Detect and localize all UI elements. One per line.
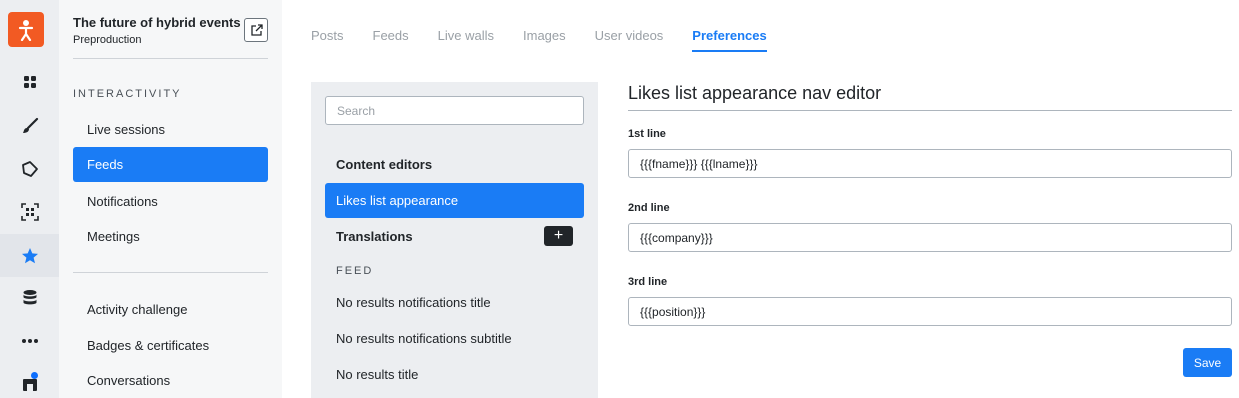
sidebar-divider [73,272,268,273]
notification-dot [31,372,38,379]
rail-item-interactivity[interactable] [0,234,59,277]
rail-item-data[interactable] [0,276,59,319]
section-feed: FEED [336,265,374,277]
field-label-third-line: 3rd line [628,276,668,288]
sidebar-item-notifications[interactable]: Notifications [73,184,268,219]
rail-item-store[interactable] [0,362,59,398]
tab-live-walls[interactable]: Live walls [438,28,494,52]
group-translations: Translations [336,229,413,244]
search-input[interactable] [325,96,584,125]
qr-scan-icon [20,202,39,221]
editor-divider [628,110,1232,111]
person-logo-icon [18,19,34,41]
tab-posts[interactable]: Posts [311,28,344,52]
brush-icon [22,117,38,133]
rail-item-design[interactable] [0,104,59,147]
tab-preferences[interactable]: Preferences [692,28,767,52]
field-label-second-line: 2nd line [628,202,670,214]
add-translation-button[interactable]: + [544,226,573,246]
save-button[interactable]: Save [1183,348,1232,377]
sidebar-item-live-sessions[interactable]: Live sessions [73,112,268,147]
third-line-input[interactable] [628,297,1232,326]
open-external-button[interactable] [244,18,268,42]
icon-rail [0,0,59,398]
sidebar-divider [73,58,268,59]
group-content-editors: Content editors [336,157,433,172]
list-item[interactable]: No results title [325,357,584,392]
editor-title: Likes list appearance nav editor [628,83,882,103]
tab-bar: Posts Feeds Live walls Images User video… [311,28,796,52]
list-item[interactable]: No results notifications subtitle [325,321,584,356]
first-line-input[interactable] [628,149,1232,178]
star-icon [21,247,38,263]
sidebar-item-badges[interactable]: Badges & certificates [73,328,268,363]
tab-user-videos[interactable]: User videos [595,28,664,52]
field-label-first-line: 1st line [628,128,666,140]
more-icon [21,338,38,343]
list-item[interactable]: No results notifications title [325,285,584,320]
sidebar-item-activity-challenge[interactable]: Activity challenge [73,292,268,327]
second-line-input[interactable] [628,223,1232,252]
event-status: Preproduction [73,34,142,46]
section-heading: INTERACTIVITY [73,88,182,100]
rail-item-scan[interactable] [0,190,59,233]
event-title: The future of hybrid events [73,15,241,30]
secondary-sidebar: The future of hybrid events Preproductio… [59,0,282,398]
sidebar-item-feeds[interactable]: Feeds [73,147,268,182]
tag-icon [21,160,38,177]
sidebar-item-meetings[interactable]: Meetings [73,219,268,254]
tab-feeds[interactable]: Feeds [373,28,409,52]
rail-item-more[interactable] [0,319,59,362]
database-icon [23,289,36,304]
app-logo[interactable] [8,12,44,47]
rail-item-tags[interactable] [0,147,59,190]
list-item-likes-list-appearance[interactable]: Likes list appearance [325,183,584,218]
preferences-list-panel: Content editors Likes list appearance Tr… [311,82,598,398]
external-link-icon [250,23,263,36]
rail-item-dashboard[interactable] [0,60,59,103]
tab-images[interactable]: Images [523,28,566,52]
grid-icon [23,75,36,88]
sidebar-item-conversations[interactable]: Conversations [73,363,268,398]
